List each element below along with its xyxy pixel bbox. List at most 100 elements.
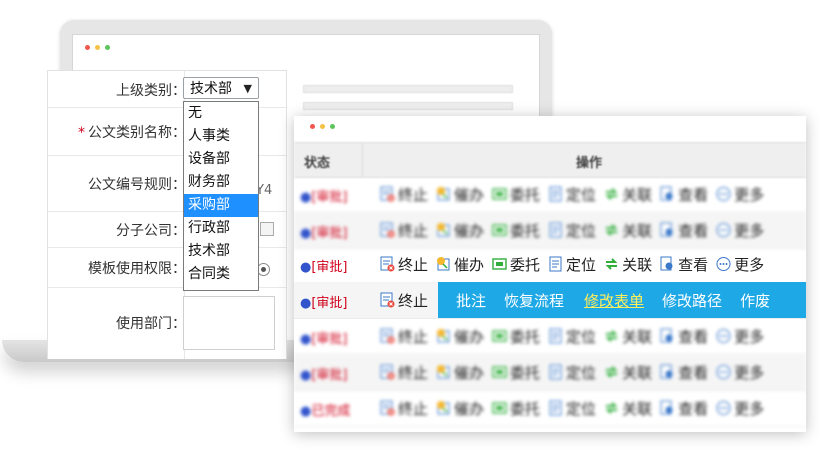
action-delegate-button[interactable]: 委托 xyxy=(492,362,540,383)
template-permission-label: 模板使用权限： xyxy=(88,261,186,277)
action-delegate-button[interactable]: 委托 xyxy=(492,254,540,275)
urge-icon xyxy=(437,257,450,271)
row-actions: 终止 催办 委托 定位 关联 查看 更多 xyxy=(380,176,770,212)
action-stop-button[interactable]: 终止 xyxy=(380,326,428,347)
locate-icon xyxy=(549,186,562,202)
more-menu-item[interactable]: 批注 xyxy=(456,290,486,311)
link-icon xyxy=(605,188,618,200)
action-stop-button[interactable]: 终止 xyxy=(380,398,428,419)
action-more-button[interactable]: 更多 xyxy=(716,184,764,205)
workflow-table-window: 状态 操作 ●[审批] 终止 催办 委托 定位 关联 查看 更多 ●[审批] 终止 催办 委托 定位 关联… xyxy=(294,116,806,432)
dropdown-option[interactable]: 设备部 xyxy=(184,148,258,171)
more-icon xyxy=(716,223,731,237)
department-textarea[interactable] xyxy=(183,296,275,350)
action-locate-button[interactable]: 定位 xyxy=(548,220,596,241)
action-link-button[interactable]: 关联 xyxy=(604,184,652,205)
action-delegate-button[interactable]: 委托 xyxy=(492,184,540,205)
action-column-header: 操作 xyxy=(576,156,603,171)
action-link-button[interactable]: 关联 xyxy=(604,254,652,275)
close-dot-icon xyxy=(85,45,90,50)
delegate-icon xyxy=(492,330,507,342)
link-icon xyxy=(605,224,618,236)
action-urge-button[interactable]: 催办 xyxy=(436,362,484,383)
urge-icon xyxy=(437,365,450,379)
stop-icon xyxy=(380,222,395,238)
row-actions: 终止 催办 委托 定位 关联 查看 更多 xyxy=(380,318,770,354)
parent-category-select[interactable]: 技术部 ▼ xyxy=(183,77,259,99)
more-icon xyxy=(716,187,731,201)
delegate-icon xyxy=(492,258,507,270)
action-urge-button[interactable]: 催办 xyxy=(436,220,484,241)
action-stop-button[interactable]: 终止 xyxy=(380,290,428,311)
action-delegate-button[interactable]: 委托 xyxy=(492,398,540,419)
stop-icon xyxy=(380,186,395,202)
action-more-button[interactable]: 更多 xyxy=(716,326,764,347)
dropdown-option[interactable]: 技术部 xyxy=(184,240,258,263)
window-controls xyxy=(310,124,335,129)
action-stop-button[interactable]: 终止 xyxy=(380,254,428,275)
more-menu-item[interactable]: 修改表单 xyxy=(584,290,644,311)
action-stop-button[interactable]: 终止 xyxy=(380,220,428,241)
dropdown-option[interactable]: 合同类 xyxy=(184,263,258,286)
row-status: ●[审批] xyxy=(300,190,348,205)
row-status: ●[审批] xyxy=(300,260,348,275)
stop-icon xyxy=(380,364,395,380)
minimize-dot-icon xyxy=(95,45,100,50)
action-urge-button[interactable]: 催办 xyxy=(436,326,484,347)
dropdown-option[interactable]: 无 xyxy=(184,102,258,125)
locate-icon xyxy=(549,256,562,272)
locate-icon xyxy=(549,222,562,238)
dropdown-option[interactable]: 行政部 xyxy=(184,217,258,240)
action-link-button[interactable]: 关联 xyxy=(604,362,652,383)
locate-icon xyxy=(549,400,562,416)
action-more-button[interactable]: 更多 xyxy=(716,254,764,275)
action-locate-button[interactable]: 定位 xyxy=(548,254,596,275)
action-stop-button[interactable]: 终止 xyxy=(380,362,428,383)
action-urge-button[interactable]: 催办 xyxy=(436,254,484,275)
action-urge-button[interactable]: 催办 xyxy=(436,184,484,205)
action-link-button[interactable]: 关联 xyxy=(604,326,652,347)
action-view-button[interactable]: 查看 xyxy=(660,184,708,205)
action-urge-button[interactable]: 催办 xyxy=(436,398,484,419)
action-more-button[interactable]: 更多 xyxy=(716,220,764,241)
action-locate-button[interactable]: 定位 xyxy=(548,362,596,383)
row-actions: 终止 催办 委托 定位 关联 查看 更多 xyxy=(380,354,770,390)
row-status: ●[审批] xyxy=(300,332,348,347)
select-value: 技术部 xyxy=(190,81,232,97)
more-actions-menu: 批注 恢复流程 修改表单 修改路径 作废 xyxy=(438,282,806,318)
more-menu-item[interactable]: 恢复流程 xyxy=(504,290,564,311)
action-view-button[interactable]: 查看 xyxy=(660,362,708,383)
action-view-button[interactable]: 查看 xyxy=(660,398,708,419)
link-icon xyxy=(605,366,618,378)
action-delegate-button[interactable]: 委托 xyxy=(492,220,540,241)
view-icon xyxy=(660,256,673,271)
action-locate-button[interactable]: 定位 xyxy=(548,398,596,419)
action-stop-button[interactable]: 终止 xyxy=(380,184,428,205)
action-link-button[interactable]: 关联 xyxy=(604,220,652,241)
action-locate-button[interactable]: 定位 xyxy=(548,326,596,347)
urge-icon xyxy=(437,187,450,201)
action-more-button[interactable]: 更多 xyxy=(716,362,764,383)
row-status: ●[审批] xyxy=(300,296,348,311)
action-link-button[interactable]: 关联 xyxy=(604,398,652,419)
row-actions: 终止 催办 委托 定位 关联 查看 更多 xyxy=(380,246,770,282)
action-delegate-button[interactable]: 委托 xyxy=(492,326,540,347)
action-view-button[interactable]: 查看 xyxy=(660,326,708,347)
row-status: ●已完成 xyxy=(300,404,351,419)
category-name-label: * 公文类别名称： xyxy=(78,125,186,141)
more-menu-item[interactable]: 修改路径 xyxy=(662,290,722,311)
subsidiary-checkbox[interactable] xyxy=(260,222,274,236)
dropdown-option[interactable]: 人事类 xyxy=(184,125,258,148)
locate-icon xyxy=(549,364,562,380)
action-more-button[interactable]: 更多 xyxy=(716,398,764,419)
action-locate-button[interactable]: 定位 xyxy=(548,184,596,205)
action-view-button[interactable]: 查看 xyxy=(660,254,708,275)
dropdown-option-highlighted[interactable]: 采购部 xyxy=(184,194,258,217)
view-icon xyxy=(660,364,673,379)
stop-icon xyxy=(380,292,395,308)
more-menu-item[interactable]: 作废 xyxy=(740,290,770,311)
dropdown-option[interactable]: 财务部 xyxy=(184,171,258,194)
action-view-button[interactable]: 查看 xyxy=(660,220,708,241)
close-dot-icon xyxy=(310,124,315,129)
row-actions: 终止 催办 委托 定位 关联 查看 更多 xyxy=(380,212,770,248)
